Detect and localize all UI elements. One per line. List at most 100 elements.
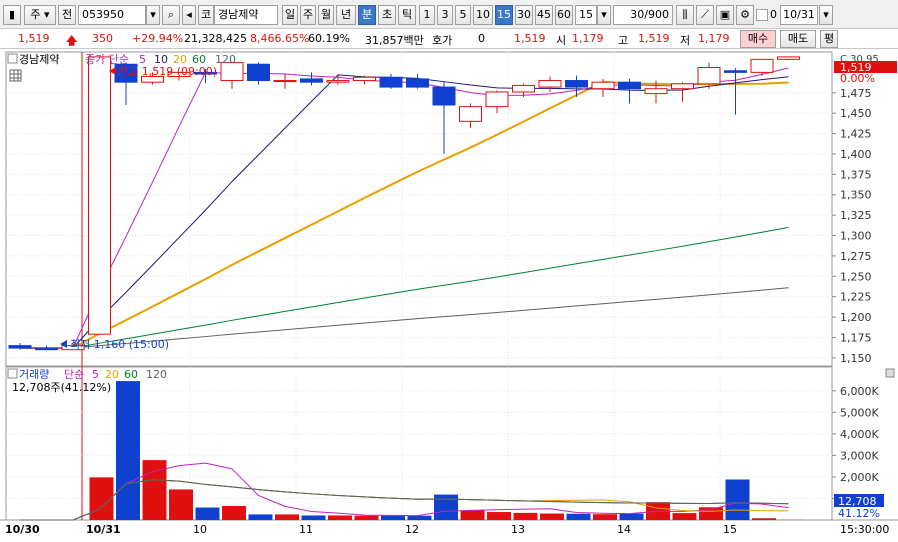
candle-body (432, 86, 456, 106)
period-year[interactable]: 년 (336, 5, 356, 25)
period-month[interactable]: 월 (318, 5, 334, 25)
interval-45[interactable]: 45 (535, 5, 553, 25)
candle-icon[interactable]: ⫼ (676, 5, 694, 25)
price-tick-label: 1,425 (840, 128, 872, 141)
volume-bar (354, 515, 379, 520)
search-icon[interactable]: ⌕ (162, 5, 180, 25)
x-time-label: 15:30:00 (840, 523, 889, 536)
price-tick-label: 1,225 (840, 291, 872, 304)
x-label-12: 12 (405, 523, 419, 536)
interval-15[interactable]: 15 (495, 5, 513, 25)
current-volume-pct: 41.12% (838, 507, 880, 520)
price-tick-label: 1,325 (840, 209, 872, 222)
volume-bar (672, 513, 697, 520)
candle-body (273, 80, 297, 83)
high-annotation: 최고 1,519 (09:00) (118, 65, 217, 78)
candle-body (406, 78, 429, 88)
interval-input[interactable]: 15 (575, 5, 597, 25)
candle-body (671, 83, 694, 90)
candle-body (353, 76, 376, 82)
candle-body (618, 81, 641, 90)
x-label-1030: 10/30 (5, 523, 40, 536)
price-tick-label: 1,375 (840, 168, 872, 181)
period-week[interactable]: 주 (300, 5, 316, 25)
volume-bar (725, 479, 750, 520)
vol-legend-ma5: 5 (92, 368, 99, 381)
x-label-1031: 10/31 (86, 523, 121, 536)
table-grid-icon[interactable] (9, 69, 22, 82)
period-second[interactable]: 초 (378, 5, 396, 25)
price-tick-label: 1,475 (840, 87, 872, 100)
volume-value: 21,328,425 (184, 32, 247, 45)
volume-tick-label: 3,000K (840, 449, 879, 462)
code-dropdown-icon[interactable]: ▾ (146, 5, 160, 25)
prev-button[interactable]: 전 (58, 5, 76, 25)
sell-button[interactable]: 매도 (780, 30, 816, 48)
turnover-pct: 60.19% (308, 32, 350, 45)
chart-type-icon[interactable]: ▮ (3, 5, 21, 25)
volume-panel-title: 거래량 (19, 368, 49, 381)
checkbox[interactable] (756, 9, 768, 21)
count-field[interactable]: 30/900 (613, 5, 673, 25)
current-price: 1,519 (18, 32, 50, 45)
open-label: 시 (556, 34, 567, 47)
draw-line-icon[interactable]: ⟋ (696, 5, 714, 25)
volume-legend-prefix: 단순 (64, 368, 84, 381)
open-price: 1,179 (572, 32, 604, 45)
low-price: 1,179 (698, 32, 730, 45)
candle-body (697, 66, 721, 85)
price-tick-label: 1,175 (840, 331, 872, 344)
type-select[interactable]: 주 ▾ (24, 5, 56, 25)
interval-30[interactable]: 30 (515, 5, 533, 25)
interval-3[interactable]: 3 (437, 5, 453, 25)
volume-bar (381, 515, 405, 520)
info-bar: 1,519 🡅 350 +29.94% 21,328,425 8,466.65%… (0, 29, 898, 49)
interval-1[interactable]: 1 (419, 5, 435, 25)
save-icon[interactable]: ▣ (716, 5, 734, 25)
candle-body (459, 106, 482, 122)
interval-10[interactable]: 10 (473, 5, 493, 25)
candle-body (512, 84, 535, 93)
x-label-10: 10 (193, 523, 207, 536)
volume-bar (275, 514, 299, 520)
volume-panel-close-icon[interactable] (885, 368, 895, 378)
price-tick-label: 1,150 (840, 352, 872, 365)
period-tick[interactable]: 틱 (398, 5, 416, 25)
candle-body (724, 70, 747, 73)
x-label-15: 15 (723, 523, 737, 536)
stock-name[interactable]: 경남제약 (214, 5, 278, 25)
speaker-icon[interactable]: ◂ (182, 5, 196, 25)
volume-bar (222, 506, 246, 520)
buy-button[interactable]: 매수 (740, 30, 776, 48)
price-tick-label: 1,450 (840, 107, 872, 120)
current-pct-label: 0.00% (840, 72, 875, 85)
eval-button[interactable]: 평 (820, 30, 838, 48)
candle-body (88, 56, 111, 335)
interval-5[interactable]: 5 (455, 5, 471, 25)
date-picker-icon[interactable]: ▾ (819, 5, 833, 25)
date-field[interactable]: 10/31 (780, 5, 818, 25)
volume-bar (248, 514, 273, 520)
volume-tick-label: 5,000K (840, 406, 879, 419)
hoga-value: 0 (478, 32, 485, 45)
vol-legend-ma120: 120 (146, 368, 167, 381)
high-label: 고 (618, 34, 629, 47)
candle-body (326, 80, 350, 83)
volume-bar (328, 515, 352, 520)
count-value: 30 (630, 8, 645, 21)
chart-area[interactable]: 1,475 1,450 1,425 1,400 1,375 1,350 1,325 1,300… (0, 49, 898, 542)
count-total: /900 (644, 8, 669, 21)
code-input[interactable]: 053950 (78, 5, 146, 25)
volume-bar (407, 515, 432, 520)
candle-body (379, 76, 403, 88)
market-button[interactable]: 코 (198, 5, 214, 25)
candlestick-chart[interactable]: 1,475 1,450 1,425 1,400 1,375 1,350 1,325 1,300… (0, 49, 898, 542)
volume-bar (566, 513, 591, 520)
interval-60[interactable]: 60 (555, 5, 573, 25)
low-label: 저 (680, 34, 691, 47)
volume-bar (619, 513, 644, 520)
period-minute[interactable]: 분 (358, 5, 376, 25)
settings-gear-icon[interactable]: ⚙ (736, 5, 754, 25)
interval-dropdown-icon[interactable]: ▾ (597, 5, 611, 25)
period-day[interactable]: 일 (282, 5, 298, 25)
